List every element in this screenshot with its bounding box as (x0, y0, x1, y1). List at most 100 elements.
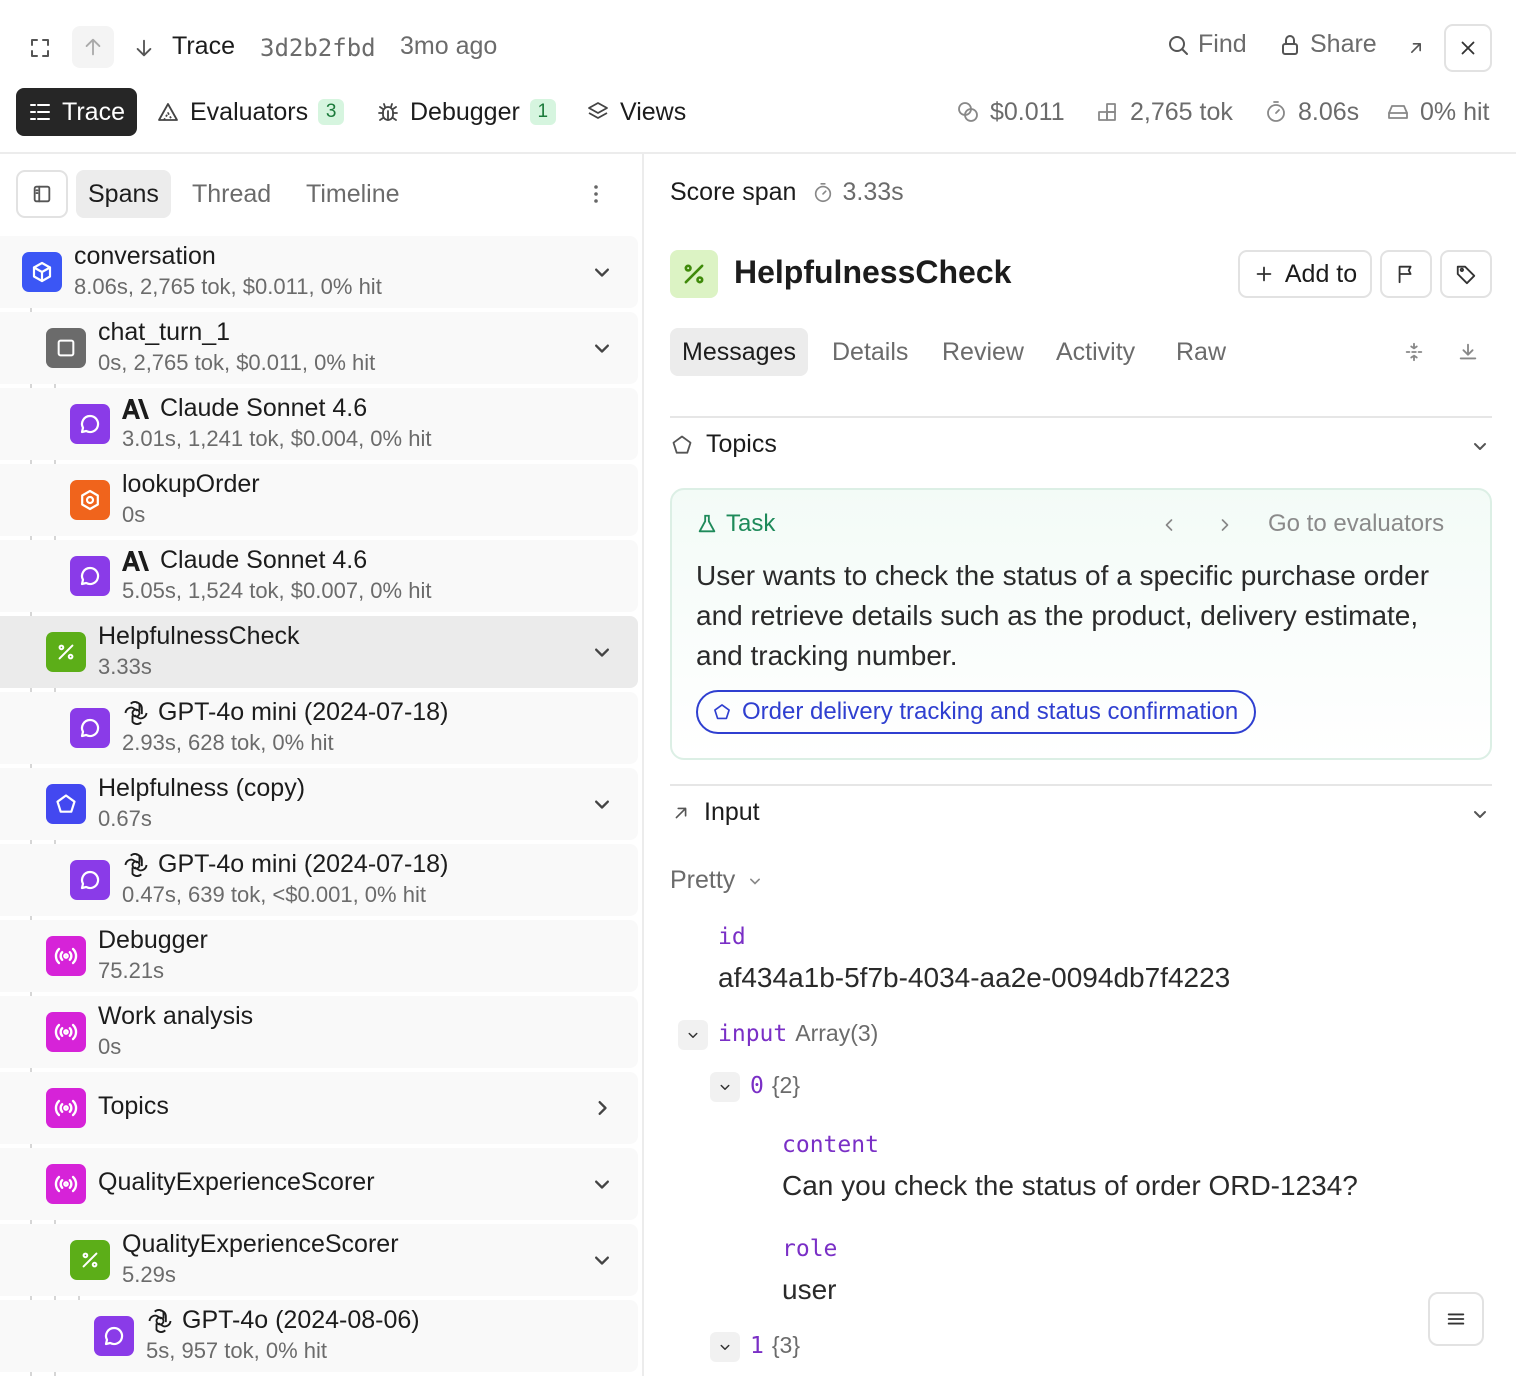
span-name-wrap: Claude Sonnet 4.6 (122, 546, 367, 575)
span-meta: 0s (122, 502, 146, 527)
span-row-tool[interactable]: lookupOrder 0s (0, 464, 638, 536)
span-row-debugger[interactable]: Work analysis 0s (0, 996, 638, 1068)
flag-icon (1398, 265, 1412, 284)
span-meta: 2.93s, 628 tok, 0% hit (122, 730, 334, 755)
span-row-topics[interactable]: Topics (0, 1072, 638, 1144)
anthropic-icon (122, 550, 152, 572)
json-item1-node: 1 {3} (750, 1332, 800, 1359)
tab-review[interactable]: Review (930, 328, 1036, 376)
tag-icon (1456, 265, 1476, 285)
span-row-chat-turn[interactable]: chat_turn_1 0s, 2,765 tok, $0.011, 0% hi… (0, 312, 638, 384)
tab-details[interactable]: Details (820, 328, 920, 376)
span-row-scorer[interactable]: QualityExperienceScorer (0, 1148, 638, 1220)
chevron-down-icon[interactable] (588, 1170, 616, 1198)
span-row-score-selected[interactable]: HelpfulnessCheck 3.33s (0, 616, 638, 688)
chevron-left-icon[interactable] (1154, 510, 1184, 540)
chevron-down-icon[interactable] (1466, 800, 1494, 828)
chevron-down-icon[interactable] (588, 638, 616, 666)
span-meta: 5.05s, 1,524 tok, $0.007, 0% hit (122, 578, 432, 603)
close-button[interactable] (1444, 24, 1492, 72)
flag-button[interactable] (1380, 250, 1432, 298)
span-row-evaluator[interactable]: Helpfulness (copy) 0.67s (0, 768, 638, 840)
timer-icon (1264, 100, 1288, 124)
chevron-right-icon[interactable] (1210, 510, 1240, 540)
span-name: QualityExperienceScorer (122, 1230, 399, 1258)
bug-icon (376, 100, 400, 124)
outline-menu-button[interactable] (1428, 1292, 1484, 1346)
plus-icon (1253, 263, 1275, 285)
collapse-item0-button[interactable] (710, 1072, 740, 1102)
span-name-wrap: GPT-4o mini (2024-07-18) (122, 850, 448, 879)
input-section-header[interactable]: Input (670, 798, 760, 827)
tab-trace-label: Trace (62, 97, 125, 126)
divider (670, 784, 1492, 786)
tab-views-label: Views (620, 97, 687, 126)
json-index-1: 1 (750, 1332, 764, 1359)
span-name: GPT-4o mini (2024-07-18) (158, 850, 449, 878)
json-value-role: user (782, 1274, 837, 1305)
task-text: User wants to check the status of a spec… (696, 560, 1430, 671)
chevron-right-icon[interactable] (588, 1094, 616, 1122)
collapse-input-button[interactable] (678, 1020, 708, 1050)
chevron-down-icon[interactable] (1466, 432, 1494, 460)
trace-id[interactable]: 3d2b2fbd (260, 34, 376, 62)
previous-trace-button[interactable] (72, 26, 114, 68)
next-trace-button[interactable] (128, 32, 160, 64)
coins-icon (956, 100, 980, 124)
tab-activity[interactable]: Activity (1044, 328, 1147, 376)
stat-duration: 8.06s (1264, 92, 1359, 132)
open-external-icon[interactable] (1400, 32, 1432, 64)
topic-tag[interactable]: Order delivery tracking and status confi… (696, 690, 1257, 734)
span-row-llm[interactable]: GPT-4o mini (2024-07-18) 2.93s, 628 tok,… (0, 692, 638, 764)
format-select[interactable]: Pretty (670, 866, 765, 895)
find-button[interactable]: Find (1166, 30, 1247, 59)
span-name: Claude Sonnet 4.6 (160, 546, 368, 574)
tab-spans[interactable]: Spans (76, 170, 171, 218)
cube-icon (22, 252, 62, 292)
span-name: lookupOrder (122, 470, 260, 498)
go-to-evaluators-link[interactable]: Go to evaluators (1268, 510, 1444, 538)
toggle-sidebar-button[interactable] (16, 170, 68, 218)
chevron-down-icon[interactable] (588, 258, 616, 286)
tab-raw[interactable]: Raw (1164, 328, 1238, 376)
span-row-debugger[interactable]: Debugger 75.21s (0, 920, 638, 992)
collapse-item1-button[interactable] (710, 1332, 740, 1362)
json-item1-count: {3} (771, 1332, 801, 1358)
tab-trace[interactable]: Trace (16, 88, 137, 136)
pentagon-icon (712, 702, 732, 722)
span-row-llm[interactable]: Claude Sonnet 4.6 5.05s, 1,524 tok, $0.0… (0, 540, 638, 612)
chevron-down-icon[interactable] (588, 1246, 616, 1274)
tag-button[interactable] (1440, 250, 1492, 298)
span-row-conversation[interactable]: conversation 8.06s, 2,765 tok, $0.011, 0… (0, 236, 638, 308)
tab-messages[interactable]: Messages (670, 328, 808, 376)
more-options-icon[interactable] (580, 178, 612, 210)
span-row-score[interactable]: QualityExperienceScorer 5.29s (0, 1224, 638, 1296)
span-row-llm[interactable]: Claude Sonnet 4.6 3.01s, 1,241 tok, $0.0… (0, 388, 638, 460)
stat-cost-value: $0.011 (990, 97, 1065, 126)
json-key-content: content (782, 1132, 879, 1158)
share-button[interactable]: Share (1278, 30, 1377, 59)
tab-debugger[interactable]: Debugger 1 (376, 88, 556, 136)
span-name: GPT-4o mini (2024-07-18) (158, 698, 449, 726)
tab-timeline[interactable]: Timeline (294, 170, 412, 218)
tab-evaluators[interactable]: Evaluators 3 (156, 88, 345, 136)
add-to-button[interactable]: Add to (1238, 250, 1372, 298)
span-meta: 5.29s (122, 1262, 176, 1287)
topics-section-header[interactable]: Topics (670, 430, 777, 459)
openai-icon (146, 1307, 174, 1335)
span-row-llm[interactable]: GPT-4o mini (2024-07-18) 0.47s, 639 tok,… (0, 844, 638, 916)
percent-icon (70, 1240, 110, 1280)
tab-views[interactable]: Views (586, 88, 686, 136)
message-icon (70, 860, 110, 900)
download-icon[interactable] (1452, 336, 1484, 368)
chevron-down-icon[interactable] (588, 790, 616, 818)
span-row-llm[interactable]: GPT-4o (2024-08-06) 5s, 957 tok, 0% hit (0, 1300, 638, 1372)
span-meta: 0s (98, 1034, 122, 1059)
chevron-down-icon[interactable] (588, 334, 616, 362)
triangle-icon (156, 100, 180, 124)
tab-thread[interactable]: Thread (180, 170, 283, 218)
task-label: Task (726, 510, 776, 537)
collapse-all-icon[interactable] (1398, 336, 1430, 368)
expand-icon[interactable] (24, 32, 56, 64)
span-name-wrap: GPT-4o mini (2024-07-18) (122, 698, 448, 727)
